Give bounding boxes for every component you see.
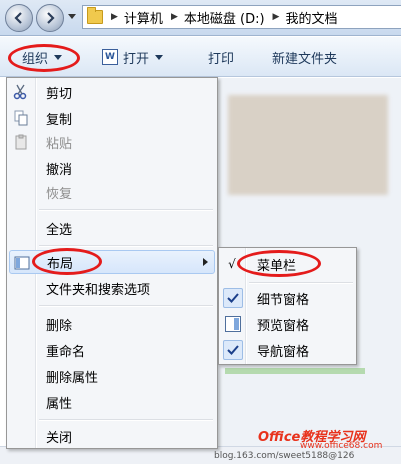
submenu-item-label: 预览窗格 [257,318,310,334]
open-button[interactable]: W 打开 [102,47,164,67]
print-button[interactable]: 打印 [208,47,234,67]
menu-item-label: 属性 [46,396,73,412]
word-icon: W [102,49,118,65]
breadcrumb-my-documents[interactable]: 我的文档 [285,8,337,27]
menu-item-properties[interactable]: 属性 [7,390,217,414]
menu-item-paste[interactable]: 粘贴 [7,130,217,154]
menu-item-label: 文件夹和搜索选项 [46,282,151,298]
breadcrumb[interactable]: ▶ 计算机 ▶ 本地磁盘 (D:) ▶ 我的文档 [82,5,401,29]
menu-item-select-all[interactable]: 全选 [7,216,217,240]
organize-highlight-ring [8,44,80,72]
watermark-blog: blog.163.com/sweet5188@126 [214,451,355,461]
menu-item-redo[interactable]: 恢复 [7,180,217,204]
menu-item-folder-options[interactable]: 文件夹和搜索选项 [7,276,217,300]
menu-item-label: 关闭 [46,430,73,446]
file-name-text [225,368,365,374]
address-bar: ▶ 计算机 ▶ 本地磁盘 (D:) ▶ 我的文档 [0,0,401,36]
menu-separator [39,305,213,307]
menu-bar-highlight-ring [237,250,321,277]
menu-separator [39,419,213,421]
preview-pane-icon [225,316,241,332]
layout-highlight-ring [32,248,102,275]
menu-item-delete[interactable]: 删除 [7,312,217,336]
menu-item-undo[interactable]: 撤消 [7,156,217,180]
menu-item-label: 重命名 [46,344,86,360]
submenu-item-navigation-pane[interactable]: 导航窗格 [219,338,356,362]
menu-item-copy[interactable]: 复制 [7,106,217,130]
copy-icon [13,110,29,126]
file-thumbnail [228,95,388,195]
check-mark-icon [223,340,243,360]
menu-separator [39,209,213,211]
menu-item-close[interactable]: 关闭 [7,424,217,448]
menu-separator [39,245,213,247]
chevron-right-icon[interactable]: ▶ [273,12,280,22]
submenu-item-label: 细节窗格 [257,292,310,308]
arrow-left-icon [14,12,22,24]
menu-item-label: 删除 [46,318,73,334]
check-mark-icon [223,288,243,308]
back-button[interactable] [5,4,33,32]
breadcrumb-computer[interactable]: 计算机 [124,8,163,27]
menu-item-cut[interactable]: 剪切 [7,80,217,104]
breadcrumb-local-disk[interactable]: 本地磁盘 (D:) [184,8,265,27]
open-label: 打开 [123,51,150,67]
clipboard-icon [13,134,29,150]
folder-icon [87,7,103,24]
menu-item-label: 恢复 [46,186,73,202]
menu-item-label: 复制 [46,112,73,128]
menu-item-label: 全选 [46,222,73,238]
layout-icon [14,255,30,271]
menu-separator [249,282,353,284]
submenu-item-label: 导航窗格 [257,344,310,360]
menu-item-label: 剪切 [46,86,73,102]
menu-item-label: 粘贴 [46,136,73,152]
new-folder-button[interactable]: 新建文件夹 [272,47,337,67]
menu-item-label: 删除属性 [46,370,99,386]
menu-item-rename[interactable]: 重命名 [7,338,217,362]
chevron-right-icon [203,258,208,266]
chevron-right-icon[interactable]: ▶ [171,12,178,22]
submenu-item-preview-pane[interactable]: 预览窗格 [219,312,356,336]
watermark-url: www.office68.com [300,441,383,451]
scissors-icon [13,84,29,100]
menu-item-label: 撤消 [46,162,73,178]
chevron-down-icon [155,54,164,60]
submenu-item-details-pane[interactable]: 细节窗格 [219,286,356,310]
chevron-right-icon[interactable]: ▶ [111,12,118,22]
recent-pages-dropdown[interactable] [68,14,76,19]
forward-button[interactable] [36,4,64,32]
arrow-right-icon [47,12,55,24]
menu-item-remove-properties[interactable]: 删除属性 [7,364,217,388]
